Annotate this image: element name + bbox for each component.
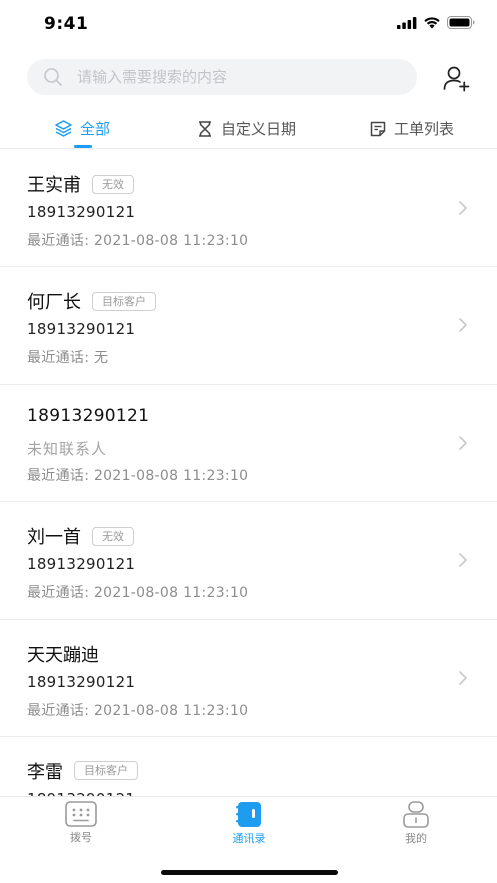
status-bar: 9:41 (0, 0, 497, 48)
search-box[interactable] (27, 59, 417, 95)
contact-row[interactable]: 王实甫 无效 18913290121 最近通话: 2021-08-08 11:2… (0, 150, 497, 268)
contact-name-row: 刘一首 无效 (27, 523, 134, 549)
contact-name: 李雷 (27, 761, 63, 783)
contact-row[interactable]: 李雷 目标客户 18913290121 (0, 737, 497, 796)
contact-list[interactable]: 王实甫 无效 18913290121 最近通话: 2021-08-08 11:2… (0, 150, 497, 796)
contacts-book-icon (236, 802, 261, 827)
contact-name-row: 王实甫 无效 (27, 171, 134, 197)
tab-custom-date-label: 自定义日期 (221, 120, 297, 138)
tab-all-label: 全部 (80, 120, 111, 138)
add-contact-button[interactable] (441, 63, 471, 93)
status-time: 9:41 (44, 14, 89, 34)
chevron-right-icon (459, 435, 467, 450)
contact-row[interactable]: 天天蹦迪 18913290121 最近通话: 2021-08-08 11:23:… (0, 620, 497, 737)
battery-icon (447, 16, 475, 29)
tab-all[interactable]: 全部 (54, 118, 110, 139)
contact-unknown-label: 未知联系人 (27, 439, 108, 458)
contact-phone: 18913290121 (27, 405, 150, 426)
contact-row[interactable]: 刘一首 无效 18913290121 最近通话: 2021-08-08 11:2… (0, 502, 497, 620)
contact-row[interactable]: 何厂长 目标客户 18913290121 最近通话: 无 (0, 267, 497, 385)
contact-last-call: 最近通话: 2021-08-08 11:23:10 (27, 585, 249, 602)
tabbar-profile[interactable]: 我的 (376, 801, 456, 846)
tabbar-dial-label: 拨号 (70, 831, 92, 844)
status-icons (397, 16, 475, 29)
contact-name: 天天蹦迪 (27, 644, 99, 666)
hourglass-icon (199, 120, 211, 137)
contact-name-row: 何厂长 目标客户 (27, 288, 156, 314)
chevron-right-icon (459, 553, 467, 567)
filter-tabs: 全部 自定义日期 工单列表 (0, 111, 497, 149)
chevron-right-icon (459, 670, 467, 685)
search-input[interactable] (77, 68, 377, 86)
search-row (0, 59, 497, 97)
contact-name: 刘一首 (27, 527, 81, 549)
chevron-right-icon (459, 318, 467, 333)
wifi-icon (424, 17, 440, 29)
contact-name-row: 天天蹦迪 (27, 641, 99, 667)
tabbar-contacts-label: 通讯录 (232, 832, 266, 845)
contact-phone: 18913290121 (27, 320, 136, 339)
note-icon (370, 121, 386, 136)
contact-tag: 目标客户 (74, 761, 138, 781)
search-icon (43, 67, 63, 87)
tabbar-dial[interactable]: 拨号 (41, 801, 121, 845)
contact-name-row: 李雷 目标客户 (27, 758, 138, 784)
home-indicator (161, 870, 338, 875)
tab-custom-date[interactable]: 自定义日期 (196, 118, 296, 139)
contact-last-call: 最近通话: 2021-08-08 11:23:10 (27, 467, 249, 484)
add-user-icon (443, 66, 470, 92)
tab-work-orders[interactable]: 工单列表 (369, 118, 454, 139)
contact-last-call: 最近通话: 2021-08-08 11:23:10 (27, 702, 249, 719)
contact-tag: 目标客户 (92, 291, 156, 311)
contact-tag: 无效 (92, 526, 134, 546)
tab-work-orders-label: 工单列表 (394, 120, 455, 138)
tabbar-contacts[interactable]: 通讯录 (209, 801, 289, 846)
profile-icon (403, 801, 429, 828)
contact-phone: 18913290121 (27, 672, 136, 691)
contact-phone: 18913290121 (27, 555, 136, 574)
contact-phone: 18913290121 (27, 203, 136, 221)
dialpad-icon (65, 801, 97, 827)
signal-icon (397, 16, 417, 29)
contact-tag: 无效 (92, 174, 134, 194)
layers-icon (55, 120, 72, 137)
tabbar-profile-label: 我的 (405, 832, 427, 845)
contact-last-call: 最近通话: 2021-08-08 11:23:10 (27, 233, 249, 249)
contact-last-call: 最近通话: 无 (27, 350, 109, 367)
contact-name: 王实甫 (27, 175, 81, 196)
contact-name: 何厂长 (27, 292, 81, 314)
chevron-right-icon (459, 201, 467, 215)
contact-row[interactable]: 18913290121 未知联系人 最近通话: 2021-08-08 11:23… (0, 385, 497, 503)
active-tab-indicator (74, 145, 92, 148)
